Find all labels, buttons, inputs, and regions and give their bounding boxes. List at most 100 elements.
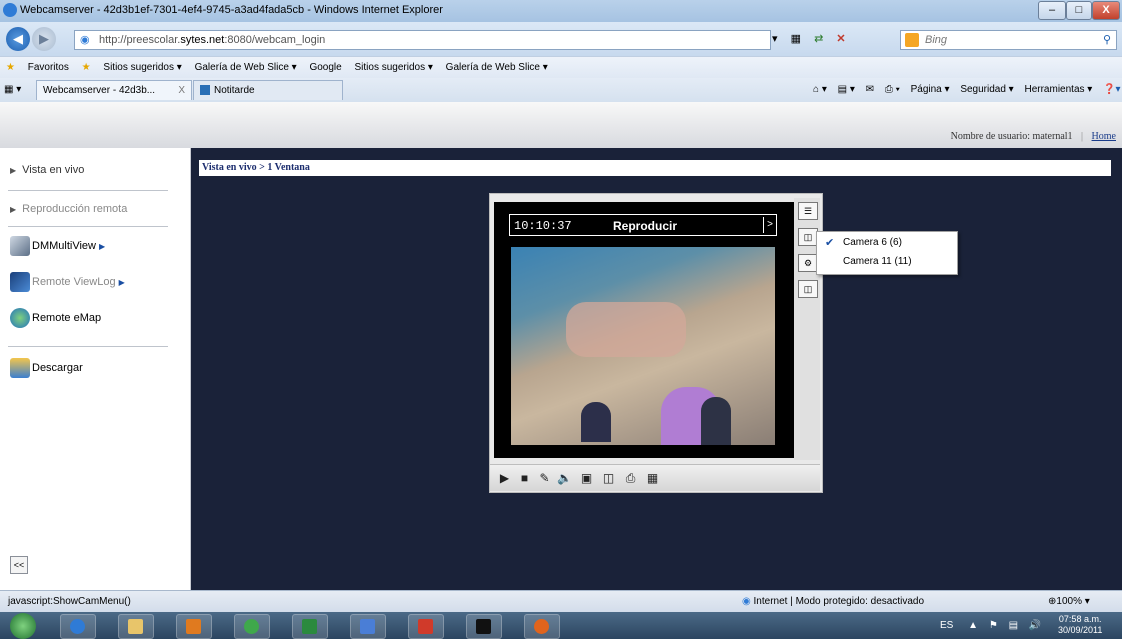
help-icon[interactable]: ❓▾ xyxy=(1103,84,1120,95)
sidebar-item-live-view[interactable]: ▶ Vista en vivo xyxy=(10,164,84,176)
start-button[interactable] xyxy=(10,613,36,639)
camera-label: Camera 11 (11) xyxy=(843,256,912,267)
sidebar-item-remote-emap[interactable]: Remote eMap xyxy=(10,308,101,328)
language-indicator[interactable]: ES xyxy=(940,620,953,631)
sidebar: ▶ Vista en vivo ▶ Reproducción remota DMMu… xyxy=(0,148,191,590)
taskbar: ES ▲ ⚑ ▤ 🔊 07:58 a.m. 30/09/2011 xyxy=(0,612,1122,639)
address-input[interactable]: ◉ http://preescolar.sytes.net:8080/webca… xyxy=(74,30,771,50)
feeds-icon[interactable]: ▤ ▾ xyxy=(838,84,855,95)
speaker-icon[interactable]: 🔈 xyxy=(556,470,573,486)
arrow-right-icon: ▶ xyxy=(118,277,125,287)
camera-viewer: 10:10:37 Reproducir > ☰ ◫ ⚙ ◫ ▶ ■ ✎ 🔈 ▣ … xyxy=(489,193,823,493)
home-link[interactable]: Home xyxy=(1092,131,1116,142)
fav-item-3[interactable]: Google xyxy=(309,62,341,73)
maximize-button[interactable]: □ xyxy=(1066,1,1092,20)
sidebar-item-label: Remote ViewLog xyxy=(32,275,116,288)
taskbar-ie[interactable] xyxy=(60,614,96,639)
fav-item-2[interactable]: Galería de Web Slice ▾ xyxy=(195,62,297,73)
tray-expand-icon[interactable]: ▲ xyxy=(968,620,978,631)
layout-switch-icon[interactable]: ◫ xyxy=(600,470,617,486)
clock[interactable]: 07:58 a.m. 30/09/2011 xyxy=(1058,614,1102,636)
fullscreen-icon[interactable]: ▦ xyxy=(644,470,661,486)
arrow-right-icon: ▶ xyxy=(10,166,17,175)
taskbar-excel[interactable] xyxy=(292,614,328,639)
address-row: ◀ ▶ ◉ http://preescolar.sytes.net:8080/w… xyxy=(0,22,1122,56)
taskbar-messenger[interactable] xyxy=(234,614,270,639)
messenger-icon xyxy=(244,619,259,634)
zoom-level: 100% xyxy=(1056,596,1082,607)
tab-bar: ▦ ▾ Webcamserver - 42d3b... X Notitarde … xyxy=(0,78,1122,103)
sidebar-item-remote-viewlog[interactable]: Remote ViewLog ▶ xyxy=(10,272,125,292)
taskbar-cmd[interactable] xyxy=(466,614,502,639)
refresh-icon[interactable]: ⇄ xyxy=(814,33,823,45)
tab-webcamserver[interactable]: Webcamserver - 42d3b... X xyxy=(36,80,192,100)
tab-notitarde[interactable]: Notitarde xyxy=(193,80,343,100)
taskbar-firefox[interactable] xyxy=(524,614,560,639)
sidebar-item-dmmultiview[interactable]: DMMultiView ▶ xyxy=(10,236,105,256)
fav-item-1[interactable]: Sitios sugeridos ▾ xyxy=(103,62,181,73)
camera-menu-item[interactable]: Camera 11 (11) xyxy=(817,253,957,271)
fav-item-5[interactable]: Galería de Web Slice ▾ xyxy=(446,62,548,73)
tab-label: Notitarde xyxy=(214,85,255,96)
snapshot-icon[interactable]: ▣ xyxy=(578,470,595,486)
sidebar-item-remote-playback[interactable]: ▶ Reproducción remota xyxy=(10,203,127,215)
emap-icon xyxy=(10,308,30,328)
ie-icon xyxy=(70,619,85,634)
camera-select-icon[interactable]: ◫ xyxy=(798,228,818,246)
settings-icon[interactable]: ⚙ xyxy=(798,254,818,272)
search-input[interactable]: Bing ⚲ xyxy=(900,30,1117,50)
zoom-control[interactable]: ⊕100% ▾ xyxy=(1048,591,1090,613)
record-icon[interactable]: ⎙ xyxy=(622,470,639,486)
volume-icon[interactable]: 🔊 xyxy=(1029,620,1041,631)
tools-menu[interactable]: Herramientas ▾ xyxy=(1024,84,1092,95)
sidebar-item-download[interactable]: Descargar xyxy=(10,358,83,378)
dropdown-arrow-icon[interactable]: ▾ xyxy=(772,33,778,45)
collapse-sidebar-button[interactable]: << xyxy=(10,556,28,574)
tab-close-icon[interactable]: X xyxy=(178,81,185,101)
network-icon[interactable]: ▤ xyxy=(1009,620,1018,631)
compat-view-icon[interactable]: ▦ xyxy=(791,33,801,45)
sidebar-divider xyxy=(8,190,168,191)
security-menu[interactable]: Seguridad ▾ xyxy=(960,84,1013,95)
camera-menu-item[interactable]: ✔ Camera 6 (6) xyxy=(817,234,957,252)
favorites-button[interactable]: Favoritos xyxy=(28,62,69,73)
zone-indicator[interactable]: ◉ Internet | Modo protegido: desactivado xyxy=(742,591,924,613)
stop-icon[interactable]: ■ xyxy=(516,470,533,486)
user-line: Nombre de usuario: maternal1 | Home xyxy=(951,131,1116,142)
sidebar-item-label: Remote eMap xyxy=(32,311,102,324)
layout-icon[interactable]: ◫ xyxy=(798,280,818,298)
play-icon[interactable]: ▶ xyxy=(496,470,513,486)
taskbar-app[interactable] xyxy=(350,614,386,639)
home-icon[interactable]: ⌂ ▾ xyxy=(813,84,827,95)
flag-icon[interactable]: ⚑ xyxy=(989,620,998,631)
page-menu[interactable]: Página ▾ xyxy=(911,84,950,95)
search-icon[interactable]: ⚲ xyxy=(1103,31,1111,49)
video-frame[interactable] xyxy=(511,247,775,445)
username-label: Nombre de usuario: maternal1 xyxy=(950,131,1073,142)
add-favorite-icon[interactable]: ★ xyxy=(82,62,91,73)
forward-button[interactable]: ▶ xyxy=(32,27,56,51)
fav-item-4[interactable]: Sitios sugeridos ▾ xyxy=(355,62,433,73)
microphone-icon[interactable]: ✎ xyxy=(536,470,553,486)
list-icon[interactable]: ☰ xyxy=(798,202,818,220)
notitarde-icon xyxy=(200,85,210,96)
search-placeholder: Bing xyxy=(925,34,948,46)
ie-icon xyxy=(3,3,17,17)
check-icon: ✔ xyxy=(825,237,835,249)
camera-menu: ✔ Camera 6 (6) Camera 11 (11) xyxy=(816,231,958,275)
acrobat-icon xyxy=(418,619,433,634)
header-separator: | xyxy=(1081,131,1084,142)
address-tools: ▾ ▦ ⇄ ✕ xyxy=(772,30,892,48)
print-icon[interactable]: ⎙ ▾ xyxy=(885,84,900,95)
close-button[interactable]: X xyxy=(1092,1,1120,20)
taskbar-acrobat[interactable] xyxy=(408,614,444,639)
main-area: Vista en vivo > 1 Ventana 10:10:37 Repro… xyxy=(191,148,1122,590)
next-button[interactable]: > xyxy=(763,217,776,233)
taskbar-explorer[interactable] xyxy=(118,614,154,639)
stop-icon[interactable]: ✕ xyxy=(836,33,845,45)
back-button[interactable]: ◀ xyxy=(6,27,30,51)
mail-icon[interactable]: ✉ xyxy=(866,84,874,95)
quick-tabs-icon[interactable]: ▦ ▾ xyxy=(4,82,32,98)
taskbar-media[interactable] xyxy=(176,614,212,639)
minimize-button[interactable]: – xyxy=(1038,1,1066,20)
